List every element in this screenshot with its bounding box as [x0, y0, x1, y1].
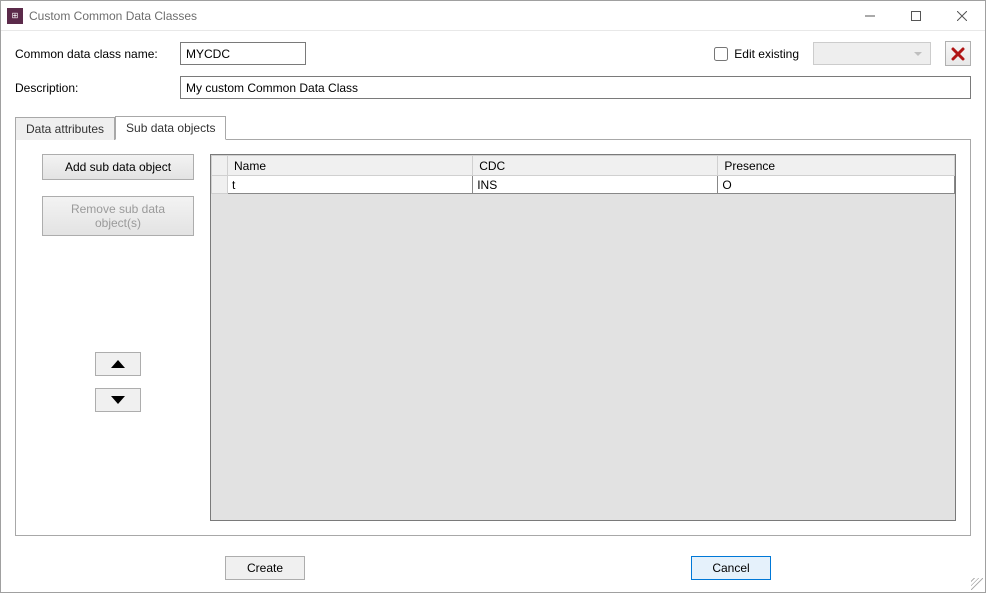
cell-cdc[interactable]: INS — [473, 176, 718, 194]
description-label: Description: — [15, 81, 180, 95]
cancel-button[interactable]: Cancel — [691, 556, 771, 580]
move-up-button[interactable] — [95, 352, 141, 376]
cell-presence[interactable]: O — [718, 176, 955, 194]
delete-button[interactable] — [945, 41, 971, 66]
edit-existing-input[interactable] — [714, 47, 728, 61]
dialog-window: ⊞ Custom Common Data Classes Common data… — [0, 0, 986, 593]
tab-data-attributes[interactable]: Data attributes — [15, 117, 115, 140]
existing-dropdown — [813, 42, 931, 65]
name-row: Common data class name: Edit existing — [15, 41, 971, 66]
move-down-button[interactable] — [95, 388, 141, 412]
description-row: Description: — [15, 76, 971, 99]
reorder-buttons — [95, 352, 141, 412]
name-label: Common data class name: — [15, 47, 180, 61]
sub-data-objects-table-wrap: Name CDC Presence t INS O — [210, 154, 956, 521]
col-header-name[interactable]: Name — [228, 156, 473, 176]
table-corner — [212, 156, 228, 176]
col-header-presence[interactable]: Presence — [718, 156, 955, 176]
minimize-button[interactable] — [847, 1, 893, 30]
col-header-cdc[interactable]: CDC — [473, 156, 718, 176]
name-input[interactable] — [180, 42, 306, 65]
edit-existing-checkbox[interactable]: Edit existing — [710, 44, 799, 64]
table-row[interactable]: t INS O — [212, 176, 955, 194]
create-button[interactable]: Create — [225, 556, 305, 580]
tab-body: Add sub data object Remove sub data obje… — [15, 139, 971, 536]
row-header[interactable] — [212, 176, 228, 194]
window-title: Custom Common Data Classes — [29, 9, 847, 23]
maximize-button[interactable] — [893, 1, 939, 30]
resize-grip[interactable] — [971, 578, 983, 590]
system-buttons — [847, 1, 985, 30]
cell-name[interactable]: t — [228, 176, 473, 194]
close-button[interactable] — [939, 1, 985, 30]
app-icon: ⊞ — [7, 8, 23, 24]
tab-sub-data-objects[interactable]: Sub data objects — [115, 116, 226, 140]
titlebar: ⊞ Custom Common Data Classes — [1, 1, 985, 31]
add-sub-data-object-button[interactable]: Add sub data object — [42, 154, 194, 180]
footer: Create Cancel — [1, 546, 985, 592]
edit-existing-label: Edit existing — [734, 47, 799, 61]
content-area: Common data class name: Edit existing De… — [1, 31, 985, 546]
remove-sub-data-object-button: Remove sub data object(s) — [42, 196, 194, 236]
sub-data-objects-table[interactable]: Name CDC Presence t INS O — [211, 155, 955, 194]
description-input[interactable] — [180, 76, 971, 99]
left-button-column: Add sub data object Remove sub data obje… — [30, 154, 206, 521]
tab-strip: Data attributes Sub data objects — [15, 115, 971, 139]
